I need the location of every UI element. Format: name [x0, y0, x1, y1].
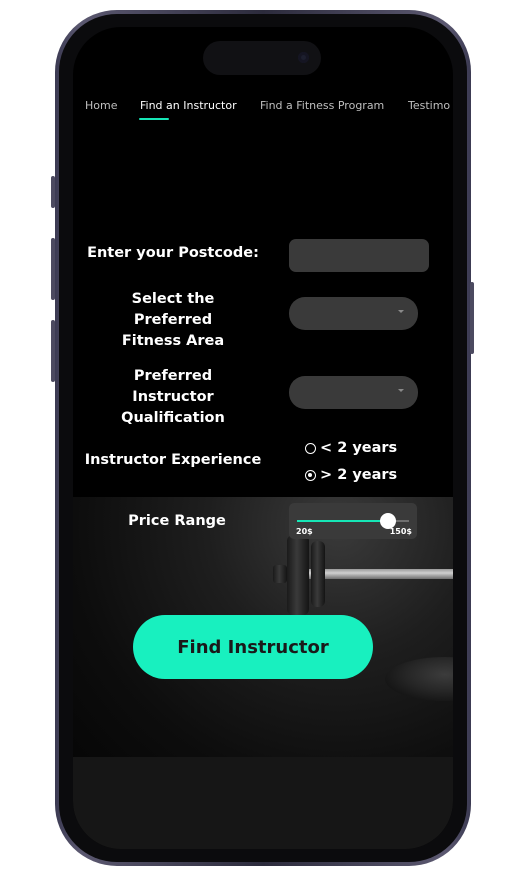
dynamic-island: [203, 41, 321, 75]
side-button-volume-down: [51, 320, 55, 382]
nav-item-testimonials[interactable]: Testimo: [408, 99, 450, 112]
nav-item-home[interactable]: Home: [85, 99, 117, 112]
slider-max-label: 150$: [389, 527, 412, 536]
app-screen: Home Find an Instructor Find a Fitness P…: [73, 27, 453, 849]
qualification-select[interactable]: [289, 376, 418, 409]
barbell-plate-outer: [287, 535, 309, 615]
camera-icon: [298, 52, 309, 63]
fitness-area-label: Select the Preferred Fitness Area: [121, 291, 225, 349]
postcode-input[interactable]: [289, 239, 429, 272]
nav-active-indicator: [139, 118, 169, 120]
barbell-collar: [273, 565, 287, 583]
slider-fill: [297, 520, 389, 522]
nav-item-find-instructor[interactable]: Find an Instructor: [140, 99, 237, 112]
radio-label: < 2 years: [320, 440, 398, 456]
top-nav: Home Find an Instructor Find a Fitness P…: [85, 99, 453, 123]
price-range-slider[interactable]: 20$ 150$: [289, 503, 417, 539]
radio-button[interactable]: [305, 469, 316, 481]
fitness-area-select[interactable]: [289, 297, 418, 330]
experience-option-lt2[interactable]: < 2 years: [305, 440, 397, 456]
experience-label: Instructor Experience: [84, 452, 262, 468]
experience-option-gt2[interactable]: > 2 years: [305, 467, 397, 483]
bottom-band: [73, 757, 453, 849]
slider-min-label: 20$: [296, 527, 313, 536]
radio-label: > 2 years: [320, 467, 398, 483]
slider-track: [297, 513, 409, 529]
find-instructor-button[interactable]: Find Instructor: [133, 615, 373, 679]
side-button-action: [51, 176, 55, 208]
nav-item-find-fitness-program[interactable]: Find a Fitness Program: [260, 99, 384, 112]
chevron-down-icon: [398, 389, 404, 392]
chevron-down-icon: [398, 310, 404, 313]
side-button-volume-up: [51, 238, 55, 300]
price-range-label: Price Range: [128, 513, 226, 529]
postcode-label: Enter your Postcode:: [87, 245, 259, 261]
barbell-plate-inner: [311, 541, 325, 607]
radio-button[interactable]: [305, 442, 316, 454]
qualification-label: Preferred Instructor Qualification: [121, 368, 225, 426]
side-button-power: [470, 282, 474, 354]
